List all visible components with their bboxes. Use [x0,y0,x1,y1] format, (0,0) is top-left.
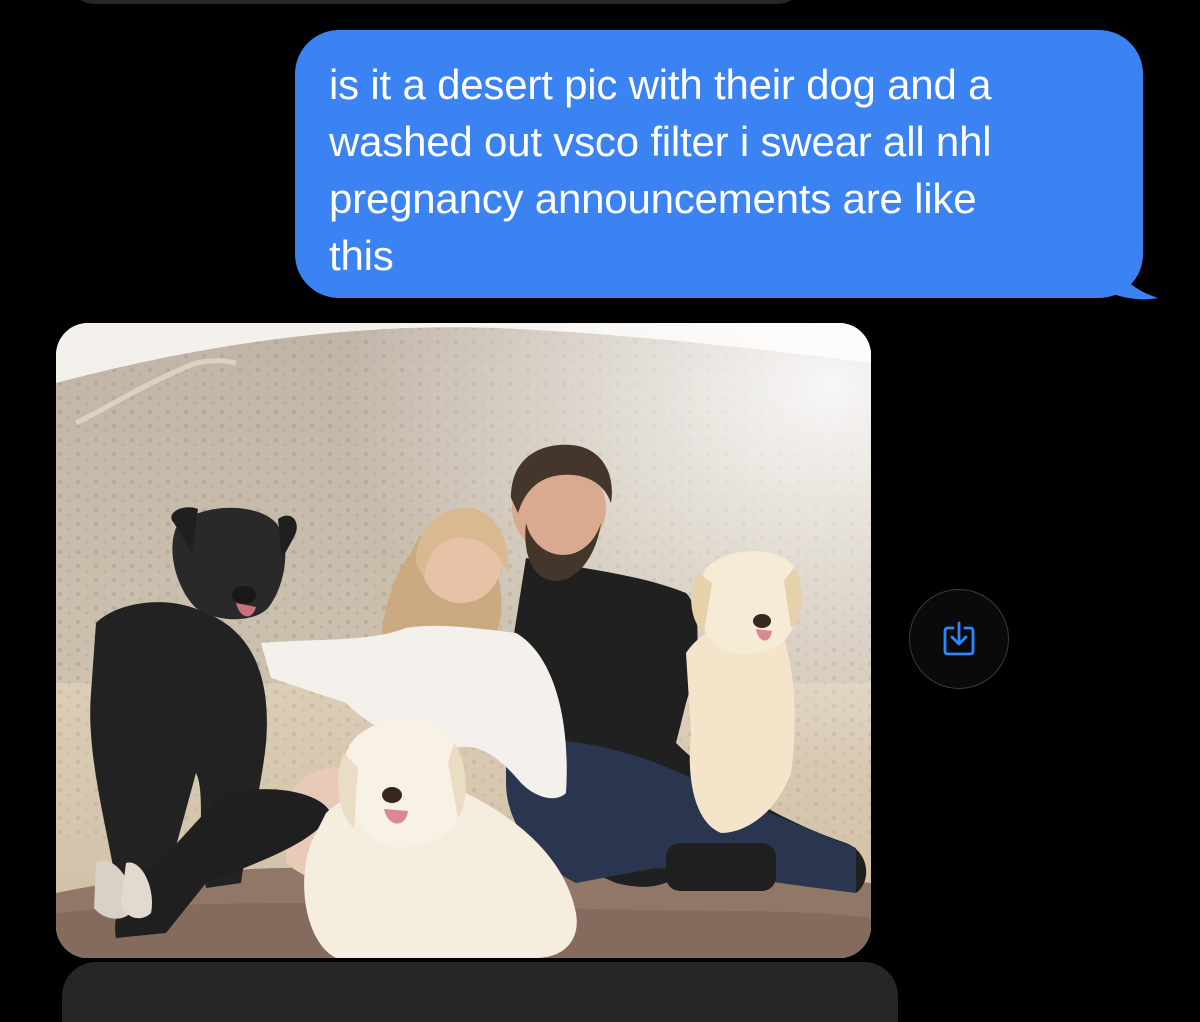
sent-message-bubble[interactable]: is it a desert pic with their dog and a … [295,30,1143,298]
sent-bubble-tail [1096,252,1158,300]
save-to-device-icon [943,621,975,656]
save-photo-button[interactable] [909,589,1009,689]
next-received-bubble-edge[interactable] [62,962,898,1022]
received-photo-message[interactable] [56,323,871,958]
photo-image [56,323,871,958]
previous-received-bubble-edge[interactable] [62,0,810,4]
sent-message-text: is it a desert pic with their dog and a … [329,61,992,279]
